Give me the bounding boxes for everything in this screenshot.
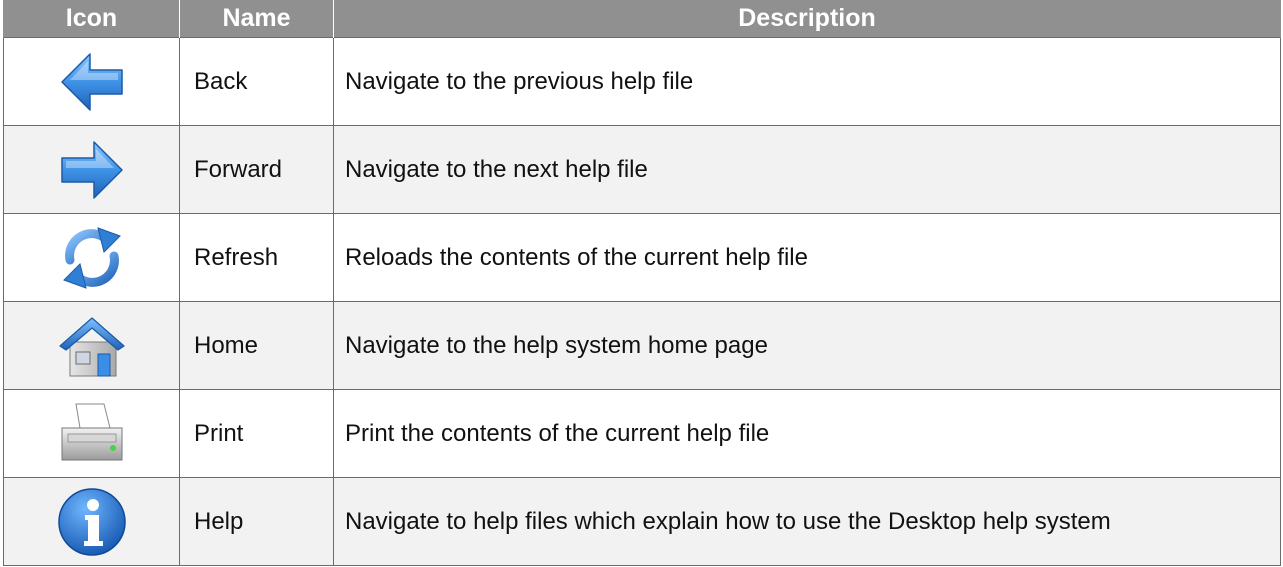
printer-icon — [56, 398, 128, 470]
name-column-header: Name — [179, 0, 334, 38]
table-row: Refresh Reloads the contents of the curr… — [3, 213, 1281, 302]
icon-cell — [3, 213, 180, 302]
item-name: Home — [179, 301, 334, 390]
item-name: Help — [179, 477, 334, 566]
item-name: Back — [179, 37, 334, 126]
table-row: Help Navigate to help files which explai… — [3, 477, 1281, 566]
item-name: Refresh — [179, 213, 334, 302]
item-name: Print — [179, 389, 334, 478]
forward-arrow-icon — [56, 134, 128, 206]
icon-cell — [3, 301, 180, 390]
table-row: Home Navigate to the help system home pa… — [3, 301, 1281, 390]
table-header-row: Icon Name Description — [3, 0, 1281, 38]
item-description: Navigate to help files which explain how… — [333, 477, 1281, 566]
icon-cell — [3, 389, 180, 478]
table-row: Forward Navigate to the next help file — [3, 125, 1281, 214]
item-description: Navigate to the next help file — [333, 125, 1281, 214]
item-name: Forward — [179, 125, 334, 214]
item-description: Navigate to the previous help file — [333, 37, 1281, 126]
icon-cell — [3, 125, 180, 214]
icon-cell — [3, 37, 180, 126]
description-column-header: Description — [333, 0, 1281, 38]
info-icon — [56, 486, 128, 558]
home-icon — [56, 310, 128, 382]
item-description: Print the contents of the current help f… — [333, 389, 1281, 478]
icon-column-header: Icon — [3, 0, 180, 38]
icon-cell — [3, 477, 180, 566]
refresh-icon — [56, 222, 128, 294]
toolbar-icon-reference-table: Icon Name Description Back Navigate to t… — [3, 0, 1281, 566]
item-description: Reloads the contents of the current help… — [333, 213, 1281, 302]
table-row: Back Navigate to the previous help file — [3, 37, 1281, 126]
back-arrow-icon — [56, 46, 128, 118]
table-row: Print Print the contents of the current … — [3, 389, 1281, 478]
item-description: Navigate to the help system home page — [333, 301, 1281, 390]
